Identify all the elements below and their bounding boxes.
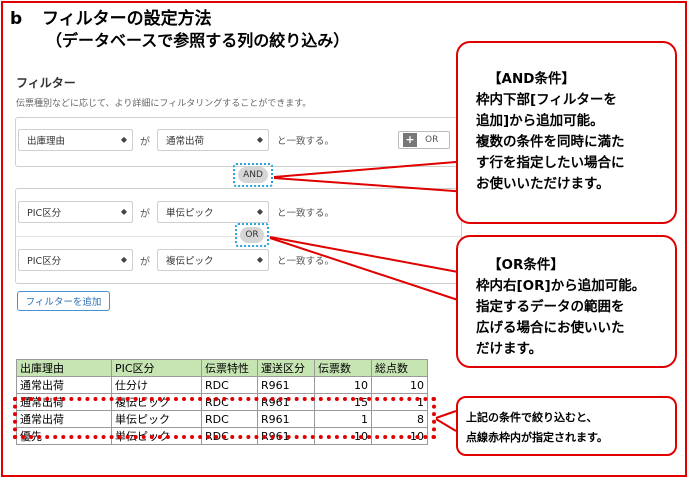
table-cell: 10 — [371, 376, 428, 394]
column-header: 伝票特性 — [201, 359, 258, 377]
callout-line: す行を指定したい場合に — [476, 155, 625, 171]
column-header: 運送区分 — [257, 359, 315, 377]
column-header: 伝票数 — [314, 359, 372, 377]
or-condition-callout: 【OR条件】 枠内右[OR]から追加可能。 指定するデータの範囲を 広げる場合に… — [456, 235, 677, 368]
callout-line: だけます。 — [476, 341, 543, 357]
callout-line: 複数の条件を同時に満た — [476, 134, 625, 150]
callout-line: 指定するデータの範囲を — [476, 299, 625, 315]
and-condition-callout: 【AND条件】 枠内下部[フィルターを 追加]から追加可能。 複数の条件を同時に… — [456, 41, 677, 224]
table-cell: 通常出荷 — [16, 376, 112, 394]
or-connector-line — [269, 236, 459, 273]
column-header: 出庫理由 — [16, 359, 112, 377]
or-connector-line — [269, 237, 459, 301]
result-connector-line — [435, 418, 457, 432]
callout-line: 追加]から追加可能。 — [476, 113, 604, 129]
table-cell: 10 — [314, 376, 372, 394]
result-connector-line — [435, 410, 457, 419]
result-callout: 上記の条件で絞り込むと、 点線赤枠内が指定されます。 — [456, 396, 677, 456]
table-cell: R961 — [257, 376, 315, 394]
callout-line: 枠内右[OR]から追加可能。 — [476, 278, 646, 294]
callout-line: 広げる場合にお使いいた — [476, 320, 625, 336]
callout-title: 【OR条件】 — [488, 257, 564, 273]
filtered-rows-highlight — [13, 397, 436, 439]
table-row: 通常出荷 仕分け RDC R961 10 10 — [16, 376, 428, 394]
callout-line: お使いいただけます。 — [476, 176, 610, 192]
column-header: 総点数 — [371, 359, 428, 377]
callout-line: 点線赤枠内が指定されます。 — [466, 431, 608, 444]
callout-title: 【AND条件】 — [488, 71, 575, 87]
and-connector-line — [273, 160, 469, 178]
and-connector-line — [273, 177, 469, 193]
column-header: PIC区分 — [111, 359, 202, 377]
table-header-row: 出庫理由 PIC区分 伝票特性 運送区分 伝票数 総点数 — [16, 359, 428, 377]
callout-line: 枠内下部[フィルターを — [476, 92, 617, 108]
table-cell: 仕分け — [111, 376, 202, 394]
callout-line: 上記の条件で絞り込むと、 — [466, 411, 598, 424]
table-cell: RDC — [201, 376, 258, 394]
